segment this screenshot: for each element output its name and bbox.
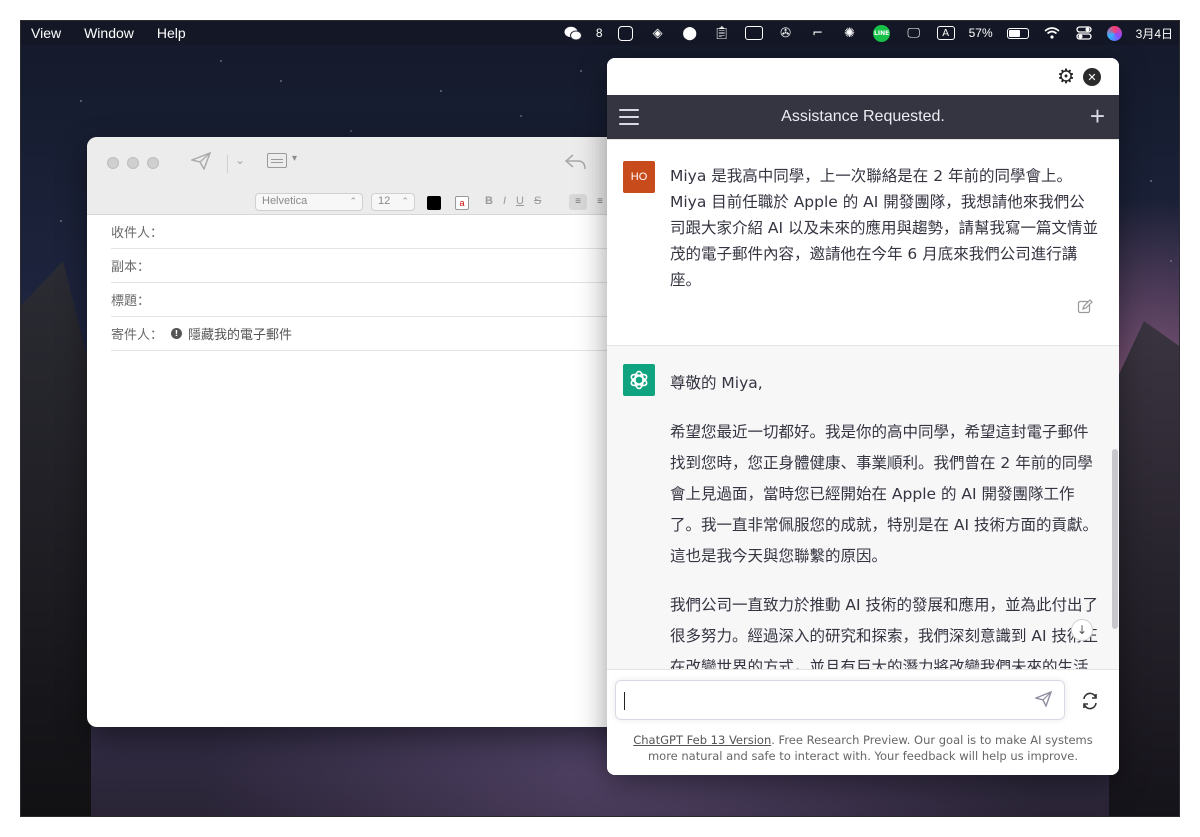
send-icon[interactable] <box>1033 690 1053 711</box>
regenerate-icon[interactable] <box>1081 692 1099 715</box>
version-link[interactable]: ChatGPT Feb 13 Version <box>633 733 771 747</box>
info-icon: ! <box>171 328 182 339</box>
menubar-date[interactable]: 3月4日 <box>1136 25 1173 42</box>
scrollbar[interactable] <box>1111 329 1119 629</box>
siri-icon[interactable] <box>1106 25 1122 41</box>
close-window-button[interactable] <box>107 157 119 169</box>
chat-title: Assistance Requested. <box>781 108 945 125</box>
display-icon[interactable]: 🖵︎ <box>905 25 923 41</box>
from-value[interactable]: ! 隱藏我的電子郵件 <box>171 324 292 343</box>
mail-toolbar: ⌄ ▾ <box>87 137 647 191</box>
wechat-icon[interactable] <box>564 25 582 41</box>
droplet-app-icon[interactable]: ⬤ <box>681 25 699 41</box>
input-method-icon[interactable]: A <box>936 25 955 41</box>
from-label: 寄件人： <box>111 328 164 343</box>
user-avatar: HO <box>623 161 655 193</box>
send-mail-icon[interactable] <box>189 151 212 175</box>
mail-compose-window: ⌄ ▾ Helvetica 12 a B I U S ≡ ≡ 收件人： <box>87 137 647 727</box>
footer-note: ChatGPT Feb 13 Version. Free Research Pr… <box>617 732 1109 764</box>
zoom-window-button[interactable] <box>147 157 159 169</box>
wechat-count: 8 <box>595 26 603 40</box>
header-fields-chevron-icon[interactable]: ▾ <box>292 153 297 164</box>
format-bar: Helvetica 12 a B I U S ≡ ≡ <box>87 191 647 215</box>
background-color-swatch[interactable]: a <box>455 196 469 210</box>
control-center-icon[interactable] <box>1075 25 1093 41</box>
chatgpt-logo-icon <box>623 364 655 396</box>
scroll-down-icon[interactable]: ↓ <box>1071 619 1093 641</box>
app-menu: View Window Help <box>21 25 209 41</box>
from-field[interactable]: 寄件人： ! 隱藏我的電子郵件 <box>111 317 647 351</box>
italic-button[interactable]: I <box>503 195 506 207</box>
assistant-paragraph: 我們公司一直致力於推動 AI 技術的發展和應用，並為此付出了很多努力。經過深入的… <box>670 596 1099 669</box>
menu-window[interactable]: Window <box>84 25 147 41</box>
to-field[interactable]: 收件人： <box>111 215 647 249</box>
subject-label: 標題： <box>111 294 151 309</box>
fan-icon[interactable]: ✇ <box>777 25 795 41</box>
window-app-icon[interactable] <box>744 25 763 41</box>
to-label: 收件人： <box>111 226 164 241</box>
menu-bar: View Window Help 8 ◈ ⬤ 📋︎ ✇ ⌐ ✺ LINE 🖵︎ … <box>21 21 1179 45</box>
assistant-greeting: 尊敬的 Miya, <box>670 374 763 392</box>
assistant-message: 尊敬的 Miya, 希望您最近一切都好。我是你的高中同學，希望這封電子郵件找到您… <box>607 346 1119 669</box>
wallpaper-mountain-left <box>21 261 91 816</box>
new-chat-icon[interactable]: + <box>1090 103 1105 129</box>
assistant-paragraph: 希望您最近一切都好。我是你的高中同學，希望這封電子郵件找到您時，您正身體健康、事… <box>670 423 1099 565</box>
app-icon-square[interactable] <box>617 25 635 41</box>
align-left-button[interactable]: ≡ <box>569 194 587 210</box>
close-icon[interactable]: ✕ <box>1083 68 1101 86</box>
battery-icon[interactable] <box>1006 27 1029 39</box>
prompt-box <box>615 680 1065 720</box>
window-controls <box>107 157 159 169</box>
text-color-swatch[interactable] <box>427 196 441 210</box>
assistant-message-text: 尊敬的 Miya, 希望您最近一切都好。我是你的高中同學，希望這封電子郵件找到您… <box>623 368 1099 669</box>
edit-icon[interactable] <box>1077 299 1093 315</box>
strikethrough-button[interactable]: S <box>534 195 541 207</box>
hide-my-email-text: 隱藏我的電子郵件 <box>188 328 293 343</box>
battery-percent: 57% <box>968 26 993 40</box>
text-style-buttons: B I U S <box>485 195 541 207</box>
line-icon[interactable]: LINE <box>873 24 891 42</box>
scrollbar-thumb[interactable] <box>1112 449 1118 629</box>
alignment-buttons: ≡ ≡ <box>569 194 609 210</box>
screenshot-icon[interactable]: ⌐ <box>809 25 827 41</box>
underline-button[interactable]: U <box>516 195 524 207</box>
menu-icon[interactable] <box>619 109 639 125</box>
menu-view[interactable]: View <box>31 25 74 41</box>
user-message-text: Miya 是我高中同學，上一次聯絡是在 2 年前的同學會上。Miya 目前任職於… <box>670 167 1099 289</box>
font-family-select[interactable]: Helvetica <box>255 193 363 211</box>
reply-icon[interactable] <box>564 151 587 175</box>
user-message: HO Miya 是我高中同學，上一次聯絡是在 2 年前的同學會上。Miya 目前… <box>607 139 1119 346</box>
prompt-input[interactable] <box>624 692 1024 710</box>
cc-field[interactable]: 副本： <box>111 249 647 283</box>
minimize-window-button[interactable] <box>127 157 139 169</box>
subject-field[interactable]: 標題： <box>111 283 647 317</box>
send-options-chevron-icon[interactable]: ⌄ <box>235 153 245 167</box>
chat-header: Assistance Requested. + <box>607 95 1119 139</box>
chat-thread: HO Miya 是我高中同學，上一次聯絡是在 2 年前的同學會上。Miya 目前… <box>607 139 1119 669</box>
gear-icon[interactable]: ⚙ <box>1057 66 1075 86</box>
bold-button[interactable]: B <box>485 195 493 207</box>
desktop: View Window Help 8 ◈ ⬤ 📋︎ ✇ ⌐ ✺ LINE 🖵︎ … <box>20 20 1180 817</box>
layers-icon[interactable]: ◈ <box>649 25 667 41</box>
font-size-select[interactable]: 12 <box>371 193 415 211</box>
cc-label: 副本： <box>111 260 151 275</box>
clipboard-icon[interactable]: 📋︎ <box>713 25 731 41</box>
status-area: 8 ◈ ⬤ 📋︎ ✇ ⌐ ✺ LINE 🖵︎ A 57% 3月4日 <box>564 21 1173 45</box>
toolbar-divider <box>227 155 228 173</box>
panel-titlebar: ⚙ ✕ <box>607 58 1119 95</box>
chatgpt-panel: ⚙ ✕ Assistance Requested. + HO Miya 是我高中… <box>607 58 1119 775</box>
wallpaper-mountain-right <box>1109 321 1179 816</box>
menu-help[interactable]: Help <box>157 25 199 41</box>
header-fields-icon[interactable] <box>267 153 287 168</box>
openai-icon[interactable]: ✺ <box>841 25 859 41</box>
wifi-icon[interactable] <box>1043 25 1061 41</box>
composer: ChatGPT Feb 13 Version. Free Research Pr… <box>607 669 1119 775</box>
